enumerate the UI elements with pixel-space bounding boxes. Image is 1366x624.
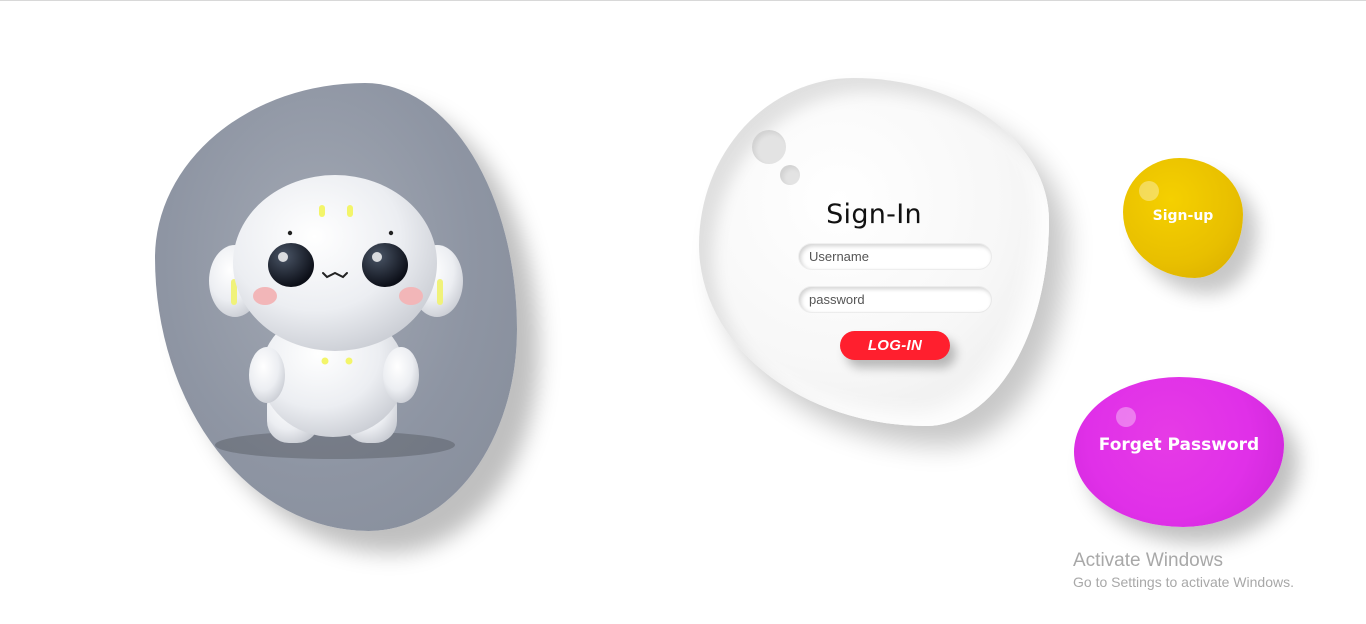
password-input[interactable] xyxy=(799,287,991,312)
activate-windows-watermark: Activate Windows Go to Settings to activ… xyxy=(1073,550,1294,592)
watermark-subtitle: Go to Settings to activate Windows. xyxy=(1073,574,1294,590)
signin-card: Sign-In LOG-IN xyxy=(699,78,1049,426)
username-input[interactable] xyxy=(799,244,991,269)
decor-bubble-large xyxy=(752,130,786,164)
login-button[interactable]: LOG-IN xyxy=(840,331,950,360)
page: Sign-In LOG-IN Sign-up Forget Password A… xyxy=(0,0,1366,624)
decor-bubble-small xyxy=(780,165,800,185)
forget-password-label: Forget Password xyxy=(1098,435,1260,455)
watermark-title: Activate Windows xyxy=(1073,550,1223,571)
decor-bubble-signup xyxy=(1139,181,1159,201)
signin-title: Sign-In xyxy=(826,199,922,230)
forget-password-button[interactable]: Forget Password xyxy=(1074,377,1284,527)
signup-label: Sign-up xyxy=(1152,208,1214,224)
mascot-image-blob xyxy=(155,83,517,531)
robot-mascot-image xyxy=(209,175,463,459)
decor-bubble-forget xyxy=(1116,407,1136,427)
signup-button[interactable]: Sign-up xyxy=(1123,158,1243,278)
